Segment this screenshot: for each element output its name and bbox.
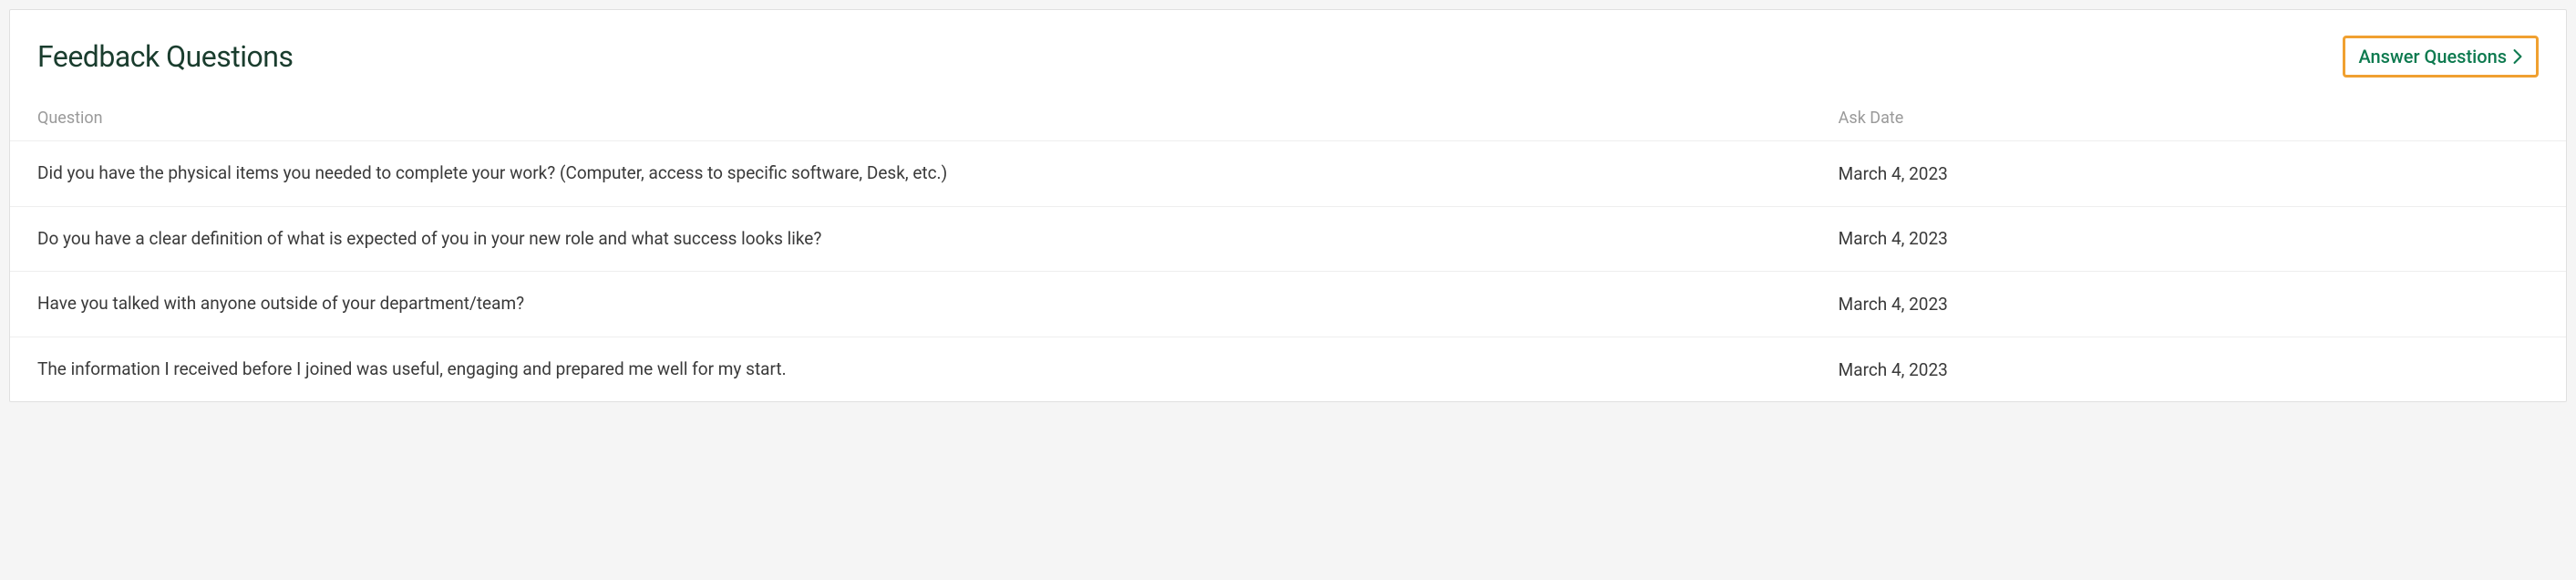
ask-date: March 4, 2023 <box>1839 359 2539 380</box>
column-header-ask-date: Ask Date <box>1839 109 2539 128</box>
chevron-right-icon <box>2512 49 2523 64</box>
question-text: Did you have the physical items you need… <box>37 161 1839 186</box>
ask-date: March 4, 2023 <box>1839 163 2539 184</box>
answer-questions-label: Answer Questions <box>2358 46 2507 67</box>
answer-questions-button[interactable]: Answer Questions <box>2343 36 2539 78</box>
ask-date: March 4, 2023 <box>1839 294 2539 315</box>
table-row: Have you talked with anyone outside of y… <box>10 272 2566 337</box>
panel-header: Feedback Questions Answer Questions <box>10 10 2566 96</box>
question-text: The information I received before I join… <box>37 357 1839 382</box>
ask-date: March 4, 2023 <box>1839 228 2539 249</box>
table-row: Do you have a clear definition of what i… <box>10 207 2566 273</box>
column-header-question: Question <box>37 109 1839 128</box>
table-row: The information I received before I join… <box>10 337 2566 402</box>
page-title: Feedback Questions <box>37 39 293 74</box>
question-text: Have you talked with anyone outside of y… <box>37 292 1839 316</box>
feedback-questions-panel: Feedback Questions Answer Questions Ques… <box>9 9 2567 402</box>
question-text: Do you have a clear definition of what i… <box>37 227 1839 252</box>
table-row: Did you have the physical items you need… <box>10 141 2566 207</box>
table-header: Question Ask Date <box>10 96 2566 141</box>
